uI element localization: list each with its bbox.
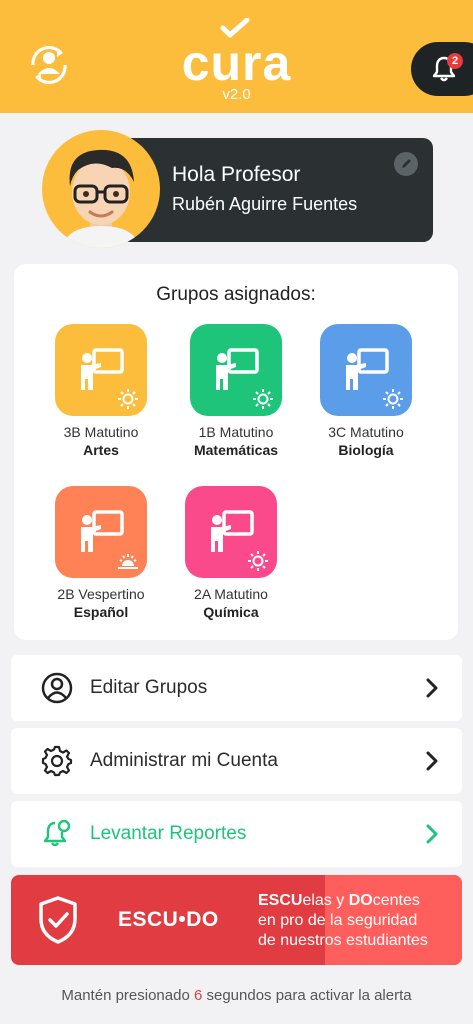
escudo-description: ESCUelas y DOcentes en pro de la segurid… [258, 891, 458, 951]
app-header: cura v2.0 2 [0, 0, 473, 113]
group-tile[interactable] [185, 486, 277, 578]
greeting: Hola Profesor [172, 163, 301, 186]
group-tile[interactable] [55, 486, 147, 578]
teacher-board-icon [81, 510, 124, 552]
edit-groups-label: Editar Grupos [90, 677, 208, 698]
notifications-button[interactable]: 2 [411, 42, 473, 96]
sync-user-icon[interactable] [28, 44, 70, 86]
group-shift: 1B Matutino [198, 424, 274, 440]
edit-groups-button[interactable]: Editar Grupos [11, 655, 462, 721]
user-circle-icon [41, 672, 73, 704]
edit-profile-button[interactable] [394, 152, 418, 176]
bell-alert-icon [43, 819, 71, 847]
hint-after: segundos para activar la alerta [202, 987, 412, 1004]
pencil-icon [402, 159, 411, 168]
group-subject: Artes [83, 442, 119, 458]
logo-text: cura [181, 35, 292, 91]
escudo-line-3: de nuestros estudiantes [258, 932, 428, 949]
group-card[interactable]: 2A Matutino Química [166, 486, 296, 620]
profile-card: Hola Profesor Rubén Aguirre Fuentes [120, 138, 433, 242]
avatar [42, 130, 160, 248]
sun-icon [118, 389, 138, 409]
escudo-name: ESCU•DO [118, 908, 219, 931]
group-tile[interactable] [190, 324, 282, 416]
notification-badge: 2 [447, 53, 463, 69]
sun-icon [383, 389, 403, 409]
sun-icon [253, 389, 273, 409]
group-subject: Español [73, 604, 129, 620]
group-shift: 3B Matutino [63, 424, 139, 440]
groups-panel: Grupos asignados: 3B Matutino Artes 1B M… [14, 264, 458, 640]
sunset-icon [118, 554, 138, 569]
group-card[interactable]: 3C Matutino Biología [301, 324, 431, 458]
escudo-alert-button[interactable]: ESCU•DO ESCUelas y DOcentes en pro de la… [11, 875, 462, 965]
escudo-acronym-b: DO [348, 892, 373, 909]
group-card[interactable]: 3B Matutino Artes [36, 324, 166, 458]
groups-title: Grupos asignados: [156, 284, 316, 305]
group-shift: 2B Vespertino [57, 586, 145, 602]
chevron-right-icon [426, 824, 438, 844]
teacher-name: Rubén Aguirre Fuentes [172, 194, 358, 214]
sun-icon [248, 551, 268, 571]
hint-before: Mantén presionado [61, 987, 194, 1004]
group-card[interactable]: 1B Matutino Matemáticas [171, 324, 301, 458]
shield-check-icon [39, 896, 77, 944]
group-subject: Química [203, 604, 259, 620]
group-card[interactable]: 2B Vespertino Español [36, 486, 166, 620]
reports-button[interactable]: Levantar Reportes [11, 801, 462, 867]
group-subject: Biología [338, 442, 394, 458]
group-subject: Matemáticas [193, 442, 279, 458]
group-shift: 3C Matutino [328, 424, 404, 440]
chevron-right-icon [426, 678, 438, 698]
manage-account-button[interactable]: Administrar mi Cuenta [11, 728, 462, 794]
alert-hint: Mantén presionado 6 segundos para activa… [0, 987, 473, 1004]
chevron-right-icon [426, 751, 438, 771]
group-tile[interactable] [320, 324, 412, 416]
group-shift: 2A Matutino [194, 586, 268, 602]
escudo-text-a: elas y [302, 892, 349, 909]
teacher-board-icon [81, 348, 124, 390]
escudo-text-b: centes [372, 892, 420, 909]
teacher-board-icon [216, 348, 259, 390]
escudo-acronym-a: ESCU [258, 892, 303, 909]
teacher-board-icon [346, 348, 389, 390]
reports-label: Levantar Reportes [90, 823, 247, 844]
manage-account-label: Administrar mi Cuenta [90, 750, 278, 771]
gear-icon [41, 745, 73, 777]
group-tile[interactable] [55, 324, 147, 416]
app-version: v2.0 [222, 86, 251, 103]
escudo-line-2: en pro de la seguridad [258, 912, 418, 929]
teacher-board-icon [211, 510, 254, 552]
